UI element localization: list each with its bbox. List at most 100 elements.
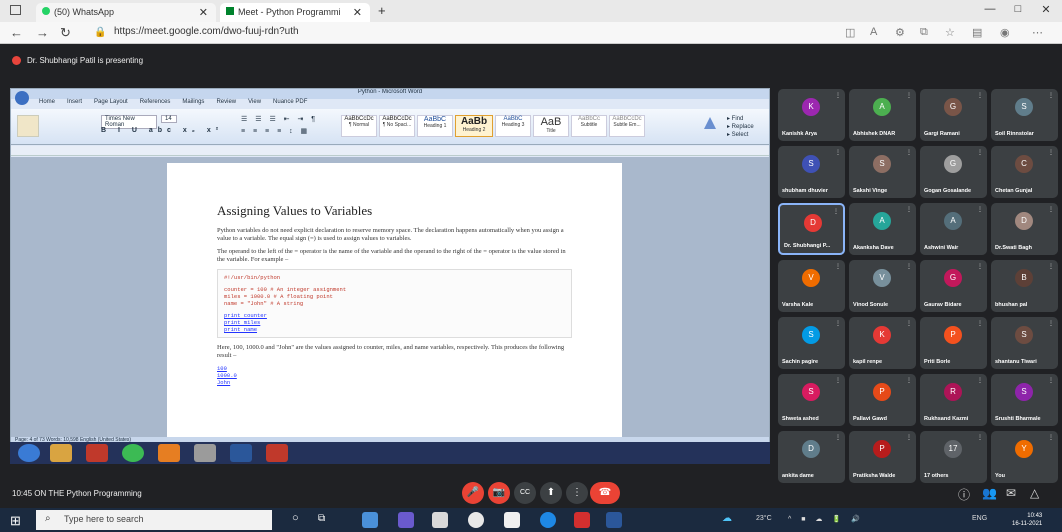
tile-menu-icon[interactable]: ⋮ xyxy=(977,206,983,213)
style-title[interactable]: AaB Title xyxy=(533,115,569,137)
windows-start-icon[interactable]: ⊞ xyxy=(10,513,21,529)
collections-icon[interactable]: ▤ xyxy=(972,26,982,39)
close-window-button[interactable]: ✕ xyxy=(1032,3,1060,16)
tile-menu-icon[interactable]: ⋮ xyxy=(906,263,912,270)
participant-tile[interactable]: S Soil Rinnstolar ⋮ xyxy=(991,89,1058,141)
tile-menu-icon[interactable]: ⋮ xyxy=(906,92,912,99)
participant-tile[interactable]: S Srushti Bharmale ⋮ xyxy=(991,374,1058,426)
participant-tile[interactable]: K Kanishk Arya ⋮ xyxy=(778,89,845,141)
profile-icon[interactable]: ◉ xyxy=(1000,26,1010,39)
reload-icon[interactable]: ↻ xyxy=(60,25,71,41)
participant-tile[interactable]: Dankita dame ⋮ xyxy=(778,431,845,483)
participant-tile[interactable]: S Sakshi Vinge ⋮ xyxy=(849,146,916,198)
participant-tile[interactable]: Kkapil renpe ⋮ xyxy=(849,317,916,369)
participant-tile[interactable]: V Varsha Kale ⋮ xyxy=(778,260,845,312)
close-tab-icon[interactable]: ✕ xyxy=(353,6,362,19)
participant-tile[interactable]: D Dr. Shubhangi P... ⋮ xyxy=(778,203,845,255)
ribbon-tab-page-layout[interactable]: Page Layout xyxy=(94,99,128,109)
style-subtle-emphasis[interactable]: AaBbCcDc Subtle Em... xyxy=(609,115,645,137)
style-heading-1[interactable]: AaBbC Heading 1 xyxy=(417,115,453,137)
document-page[interactable]: Assigning Values to Variables Python var… xyxy=(167,163,622,443)
tile-menu-icon[interactable]: ⋮ xyxy=(977,377,983,384)
participant-tile[interactable]: R Rukhsand Kazmi ⋮ xyxy=(920,374,987,426)
tile-menu-icon[interactable]: ⋮ xyxy=(1048,377,1054,384)
tile-menu-icon[interactable]: ⋮ xyxy=(835,434,841,441)
style-normal[interactable]: AaBbCcDc ¶ Normal xyxy=(341,115,377,137)
participant-tile[interactable]: Sshubham dhuvier ⋮ xyxy=(778,146,845,198)
ribbon-tab-references[interactable]: References xyxy=(140,99,171,109)
tab-actions-icon[interactable] xyxy=(10,5,21,15)
tray-icons[interactable]: ^ ■ ☁ 🔋 🔊 xyxy=(788,515,864,523)
tile-menu-icon[interactable]: ⋮ xyxy=(835,149,841,156)
taskbar-app-icon[interactable] xyxy=(468,512,484,528)
tile-menu-icon[interactable]: ⋮ xyxy=(977,149,983,156)
activities-icon[interactable]: △ xyxy=(1030,486,1039,500)
tile-menu-icon[interactable]: ⋮ xyxy=(977,320,983,327)
back-icon[interactable]: ← xyxy=(10,25,23,40)
tile-menu-icon[interactable]: ⋮ xyxy=(1048,263,1054,270)
style-subtitle[interactable]: AaBbCc Subtitle xyxy=(571,115,607,137)
paste-icon[interactable] xyxy=(17,115,39,137)
style-no-spacing[interactable]: AaBbCcDc ¶ No Spaci... xyxy=(379,115,415,137)
participant-tile[interactable]: P Pallavi Gawd ⋮ xyxy=(849,374,916,426)
new-tab-button[interactable]: + xyxy=(378,3,386,18)
tile-menu-icon[interactable]: ⋮ xyxy=(1048,92,1054,99)
tile-menu-icon[interactable]: ⋮ xyxy=(977,263,983,270)
tile-menu-icon[interactable]: ⋮ xyxy=(1048,320,1054,327)
tile-menu-icon[interactable]: ⋮ xyxy=(835,320,841,327)
change-styles-icon[interactable] xyxy=(701,115,719,135)
maximize-button[interactable]: □ xyxy=(1004,3,1032,15)
participant-tile[interactable]: A Abhishek DNAR ⋮ xyxy=(849,89,916,141)
taskbar-app-icon[interactable] xyxy=(362,512,378,528)
tile-menu-icon[interactable]: ⋮ xyxy=(906,320,912,327)
ribbon-tab-mailings[interactable]: Mailings xyxy=(182,99,204,109)
taskbar-app-icon[interactable] xyxy=(398,512,414,528)
participant-tile[interactable]: G Gargi Ramani ⋮ xyxy=(920,89,987,141)
ribbon-tab-nuance[interactable]: Nuance PDF xyxy=(273,99,307,109)
meeting-details[interactable]: 10:45 ON THE Python Programming xyxy=(12,489,142,498)
tile-menu-icon[interactable]: ⋮ xyxy=(835,263,841,270)
weather-icon[interactable]: ☁ xyxy=(722,513,732,524)
tab-icon[interactable]: ⧉ xyxy=(920,26,928,39)
participant-tile[interactable]: 17 17 others ⋮ xyxy=(920,431,987,483)
camera-indicator-icon[interactable]: ◫ xyxy=(845,26,855,39)
office-button-icon[interactable] xyxy=(15,91,29,105)
font-size-select[interactable]: 14 xyxy=(161,115,177,123)
participant-tile[interactable]: P Pratiksha Walde ⋮ xyxy=(849,431,916,483)
tab-whatsapp[interactable]: (50) WhatsApp ✕ xyxy=(36,3,216,22)
extension-icon[interactable]: ⚙ xyxy=(895,26,905,39)
font-format-buttons[interactable]: B I U abc x₂ x² xyxy=(101,127,223,134)
tab-meet[interactable]: Meet - Python Programmi ✕ xyxy=(220,3,370,22)
tile-menu-icon[interactable]: ⋮ xyxy=(833,208,839,215)
participant-tile[interactable]: A Akanksha Dave ⋮ xyxy=(849,203,916,255)
tile-menu-icon[interactable]: ⋮ xyxy=(977,434,983,441)
style-heading-2[interactable]: AaBb Heading 2 xyxy=(455,115,493,137)
tile-menu-icon[interactable]: ⋮ xyxy=(906,206,912,213)
task-view-icon[interactable]: ⧉ xyxy=(318,513,325,524)
more-menu-icon[interactable]: ⋯ xyxy=(1032,26,1043,39)
favorites-icon[interactable]: ☆ xyxy=(945,26,955,39)
participant-tile[interactable]: P Priti Borle ⋮ xyxy=(920,317,987,369)
cortana-icon[interactable]: ○ xyxy=(292,512,299,524)
ribbon-tab-view[interactable]: View xyxy=(248,99,261,109)
participant-tile[interactable]: D Dr.Swati Bagh ⋮ xyxy=(991,203,1058,255)
edge-icon[interactable] xyxy=(540,512,556,528)
chat-icon[interactable]: ✉ xyxy=(1006,486,1016,500)
language-indicator[interactable]: ENG xyxy=(972,515,987,522)
taskbar-search-box[interactable]: ⌕ Type here to search xyxy=(36,510,272,530)
info-icon[interactable]: ⓘ xyxy=(958,486,970,503)
captions-button[interactable]: CC xyxy=(514,482,536,504)
participant-tile[interactable]: G Gaurav Bidare ⋮ xyxy=(920,260,987,312)
participant-tile[interactable]: G Gogan Gosalande ⋮ xyxy=(920,146,987,198)
people-icon[interactable]: 👥 xyxy=(982,486,997,500)
participant-tile[interactable]: Y You ⋮ xyxy=(991,431,1058,483)
participant-tile[interactable]: S Shweta ashed ⋮ xyxy=(778,374,845,426)
taskbar-app-icon[interactable] xyxy=(432,512,448,528)
taskbar-app-icon[interactable] xyxy=(574,512,590,528)
word-taskbar-icon[interactable] xyxy=(606,512,622,528)
forward-icon[interactable]: → xyxy=(36,25,49,40)
taskbar-app-icon[interactable] xyxy=(504,512,520,528)
participant-tile[interactable]: C Chetan Gunjal ⋮ xyxy=(991,146,1058,198)
participant-tile[interactable]: Bbhushan pal ⋮ xyxy=(991,260,1058,312)
tile-menu-icon[interactable]: ⋮ xyxy=(906,434,912,441)
